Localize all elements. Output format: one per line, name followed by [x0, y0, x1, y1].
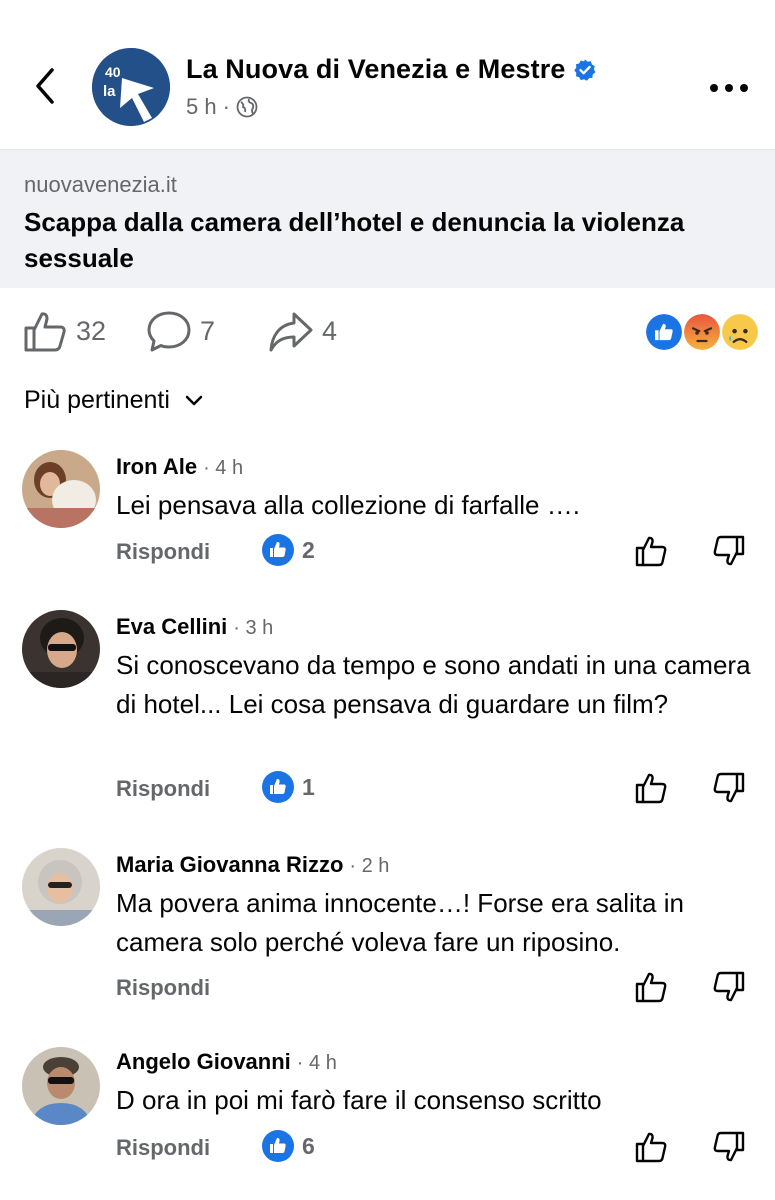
back-chevron-icon[interactable]: [28, 62, 64, 110]
comment-action-button[interactable]: 7: [146, 308, 215, 354]
meta-separator: ·: [222, 94, 230, 119]
comment-sort-dropdown[interactable]: Più pertinenti: [24, 386, 204, 415]
comment-time: · 4 h: [203, 457, 244, 479]
thumbs-down-icon[interactable]: [712, 534, 746, 568]
avatar-photo-icon: [22, 610, 100, 688]
post-meta: 5 h ·: [186, 94, 258, 120]
like-badge-icon: [262, 534, 294, 566]
verified-badge-icon: [574, 59, 596, 81]
share-count: 4: [322, 315, 338, 346]
thumbs-up-icon: [24, 312, 66, 352]
comment-item: Iron Ale · 4 h Lei pensava alla collezio…: [0, 448, 775, 598]
commenter-avatar[interactable]: [22, 450, 100, 528]
thumbs-down-icon[interactable]: [712, 771, 746, 805]
avatar-photo-icon: [22, 1047, 100, 1125]
globe-icon: [236, 96, 258, 118]
reply-button[interactable]: Rispondi: [116, 975, 210, 1001]
like-reaction-icon: [644, 312, 684, 352]
sad-reaction-icon: [720, 312, 760, 352]
comment-like-count: 1: [302, 773, 315, 800]
chevron-down-icon: [185, 395, 203, 405]
thumbs-down-icon[interactable]: [712, 970, 746, 1004]
page-name-row: La Nuova di Venezia e Mestre: [186, 54, 597, 85]
thumbs-up-icon[interactable]: [634, 534, 668, 568]
comment-like-summary[interactable]: 6: [262, 1130, 315, 1162]
logo-la-text: la: [103, 83, 116, 100]
comment-time: · 3 h: [233, 617, 274, 639]
comment-header: Iron Ale · 4 h: [116, 454, 243, 480]
link-domain: nuovavenezia.it: [24, 172, 177, 197]
share-arrow-icon: [269, 312, 313, 352]
commenter-avatar[interactable]: [22, 610, 100, 688]
comment-item: Angelo Giovanni · 4 h D ora in poi mi fa…: [0, 1045, 775, 1195]
commenter-name[interactable]: Angelo Giovanni: [116, 1049, 291, 1075]
comment-like-count: 2: [302, 536, 315, 563]
like-count: 32: [76, 315, 107, 346]
post-time: 5 h: [186, 94, 217, 119]
like-badge-icon: [262, 771, 294, 803]
reaction-summary[interactable]: [644, 312, 764, 354]
logo-40-text: 40: [105, 64, 121, 80]
like-action-button[interactable]: 32: [22, 308, 106, 354]
comment-header: Eva Cellini · 3 h: [116, 614, 273, 640]
comment-like-summary[interactable]: 1: [262, 771, 315, 803]
reply-button[interactable]: Rispondi: [116, 776, 210, 802]
comment-text: Si conoscevano da tempo e sono andati in…: [116, 650, 751, 719]
reply-button[interactable]: Rispondi: [116, 539, 210, 565]
comment-text: Lei pensava alla collezione di farfalle …: [116, 490, 580, 520]
page-name[interactable]: La Nuova di Venezia e Mestre: [186, 54, 565, 85]
thumbs-up-icon[interactable]: [634, 771, 668, 805]
comment-text: D ora in poi mi farò fare il consenso sc…: [116, 1085, 602, 1115]
avatar-photo-icon: [22, 450, 100, 528]
like-badge-icon: [262, 1130, 294, 1162]
comment-item: Eva Cellini · 3 h Si conoscevano da temp…: [0, 608, 775, 818]
commenter-avatar[interactable]: [22, 848, 100, 926]
reply-button[interactable]: Rispondi: [116, 1135, 210, 1161]
avatar-photo-icon: [22, 848, 100, 926]
comment-header: Angelo Giovanni · 4 h: [116, 1049, 337, 1075]
comment-like-summary[interactable]: 2: [262, 534, 315, 566]
comment-item: Maria Giovanna Rizzo · 2 h Ma povera ani…: [0, 846, 775, 1016]
page-logo-icon: 40 la: [92, 48, 170, 126]
commenter-name[interactable]: Iron Ale: [116, 454, 197, 480]
sort-label: Più pertinenti: [24, 386, 170, 414]
comment-time: · 2 h: [349, 855, 390, 877]
post-action-bar: 32 7 4: [0, 300, 775, 364]
commenter-name[interactable]: Maria Giovanna Rizzo: [116, 852, 343, 878]
comment-header: Maria Giovanna Rizzo · 2 h: [116, 852, 389, 878]
share-action-button[interactable]: 4: [268, 308, 337, 354]
comment-text: Ma povera anima innocente…! Forse era sa…: [116, 888, 684, 957]
thumbs-down-icon[interactable]: [712, 1130, 746, 1164]
comment-like-count: 6: [302, 1132, 315, 1159]
angry-reaction-icon: [682, 312, 722, 352]
commenter-avatar[interactable]: [22, 1047, 100, 1125]
commenter-name[interactable]: Eva Cellini: [116, 614, 227, 640]
comment-bubble-icon: [147, 311, 191, 352]
thumbs-up-icon[interactable]: [634, 1130, 668, 1164]
post-header: 40 la La Nuova di Venezia e Mestre 5 h ·: [0, 0, 775, 150]
link-title: Scappa dalla camera dell’hotel e denunci…: [24, 207, 685, 273]
page-avatar[interactable]: 40 la: [92, 48, 170, 126]
comment-count: 7: [200, 315, 216, 346]
link-preview-card[interactable]: nuovavenezia.it Scappa dalla camera dell…: [0, 150, 775, 288]
thumbs-up-icon[interactable]: [634, 970, 668, 1004]
more-options-icon[interactable]: [708, 76, 750, 100]
comment-time: · 4 h: [296, 1052, 337, 1074]
